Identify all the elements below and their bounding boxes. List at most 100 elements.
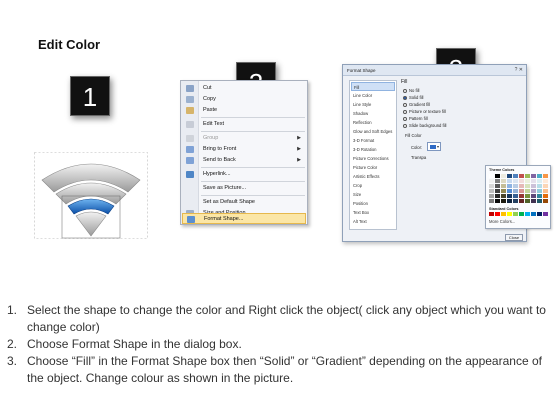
color-swatch[interactable] — [513, 194, 518, 198]
menu-item-paste[interactable]: Paste — [181, 105, 307, 116]
radio-solid-fill[interactable]: Solid fill — [403, 95, 423, 102]
menu-item-save-as-picture[interactable]: Save as Picture... — [181, 183, 307, 194]
nav-item-crop[interactable]: Crop — [351, 181, 395, 190]
color-swatch[interactable] — [525, 189, 530, 193]
nav-item-picture-corrections[interactable]: Picture Corrections — [351, 154, 395, 163]
dialog-window-buttons[interactable]: ? ✕ — [515, 67, 523, 73]
color-swatch[interactable] — [501, 194, 506, 198]
color-swatch[interactable] — [543, 179, 548, 183]
color-swatch[interactable] — [501, 199, 506, 203]
color-swatch[interactable] — [489, 194, 494, 198]
color-swatch[interactable] — [507, 174, 512, 178]
menu-item-bring-to-front[interactable]: Bring to Front ▶ — [181, 144, 307, 155]
color-swatch[interactable] — [501, 179, 506, 183]
nav-item-3d-rotation[interactable]: 3-D Rotation — [351, 145, 395, 154]
nav-item-position[interactable]: Position — [351, 199, 395, 208]
color-swatch[interactable] — [519, 179, 524, 183]
close-button[interactable]: Close — [505, 234, 523, 241]
color-swatch[interactable] — [525, 199, 530, 203]
color-swatch[interactable] — [519, 174, 524, 178]
standard-color-swatch[interactable] — [531, 212, 536, 216]
color-swatch[interactable] — [519, 189, 524, 193]
color-swatch[interactable] — [543, 199, 548, 203]
selected-shape-panel[interactable] — [34, 152, 148, 239]
color-swatch[interactable] — [525, 179, 530, 183]
color-swatch[interactable] — [525, 174, 530, 178]
nav-item-text-box[interactable]: Text Box — [351, 208, 395, 217]
color-swatch[interactable] — [513, 189, 518, 193]
menu-item-send-to-back[interactable]: Send to Back ▶ — [181, 155, 307, 166]
color-swatch[interactable] — [489, 184, 494, 188]
color-swatch[interactable] — [519, 199, 524, 203]
standard-color-swatch[interactable] — [513, 212, 518, 216]
color-swatch[interactable] — [495, 194, 500, 198]
color-swatch[interactable] — [543, 189, 548, 193]
menu-item-group[interactable]: Group ▶ — [181, 133, 307, 144]
color-swatch[interactable] — [513, 179, 518, 183]
color-swatch[interactable] — [501, 184, 506, 188]
color-swatch[interactable] — [513, 174, 518, 178]
color-swatch[interactable] — [537, 174, 542, 178]
color-swatch[interactable] — [495, 189, 500, 193]
nav-item-fill[interactable]: Fill — [351, 82, 395, 91]
color-swatch[interactable] — [525, 184, 530, 188]
color-swatch[interactable] — [531, 184, 536, 188]
color-swatch[interactable] — [513, 184, 518, 188]
menu-item-edit-text[interactable]: Edit Text — [181, 119, 307, 130]
nav-item-line-color[interactable]: Line Color — [351, 91, 395, 100]
color-swatch[interactable] — [531, 194, 536, 198]
color-swatch[interactable] — [495, 184, 500, 188]
color-swatch[interactable] — [507, 179, 512, 183]
menu-item-set-default-shape[interactable]: Set as Default Shape — [181, 197, 307, 208]
color-swatch[interactable] — [537, 184, 542, 188]
color-swatch[interactable] — [531, 174, 536, 178]
nav-item-artistic-effects[interactable]: Artistic Effects — [351, 172, 395, 181]
color-swatch[interactable] — [489, 199, 494, 203]
nav-item-picture-color[interactable]: Picture Color — [351, 163, 395, 172]
radio-pattern-fill[interactable]: Pattern fill — [403, 116, 428, 123]
standard-color-swatch[interactable] — [537, 212, 542, 216]
color-swatch[interactable] — [507, 194, 512, 198]
color-swatch[interactable] — [495, 199, 500, 203]
color-swatch[interactable] — [525, 194, 530, 198]
standard-color-swatch[interactable] — [519, 212, 524, 216]
color-swatch[interactable] — [501, 174, 506, 178]
standard-color-swatch[interactable] — [543, 212, 548, 216]
color-swatch[interactable] — [489, 174, 494, 178]
standard-color-swatch[interactable] — [489, 212, 494, 216]
color-swatch[interactable] — [531, 189, 536, 193]
menu-item-cut[interactable]: Cut — [181, 83, 307, 94]
color-swatch[interactable] — [519, 184, 524, 188]
more-colors-item[interactable]: More Colors... — [489, 219, 515, 224]
nav-item-alt-text[interactable]: Alt Text — [351, 217, 395, 226]
color-swatch[interactable] — [513, 199, 518, 203]
fill-color-dropdown[interactable]: ▾ — [427, 142, 441, 151]
standard-color-swatch[interactable] — [525, 212, 530, 216]
color-swatch[interactable] — [495, 174, 500, 178]
color-swatch[interactable] — [495, 179, 500, 183]
color-swatch[interactable] — [489, 189, 494, 193]
radio-picture-fill[interactable]: Picture or texture fill — [403, 109, 446, 116]
nav-item-reflection[interactable]: Reflection — [351, 118, 395, 127]
radio-slide-background-fill[interactable]: Slide background fill — [403, 123, 446, 130]
standard-color-swatch[interactable] — [495, 212, 500, 216]
color-swatch[interactable] — [507, 184, 512, 188]
nav-item-glow[interactable]: Glow and Soft Edges — [351, 127, 395, 136]
nav-item-3d-format[interactable]: 3-D Format — [351, 136, 395, 145]
color-swatch[interactable] — [537, 179, 542, 183]
standard-color-swatch[interactable] — [507, 212, 512, 216]
menu-item-hyperlink[interactable]: Hyperlink... — [181, 169, 307, 180]
radio-no-fill[interactable]: No fill — [403, 88, 419, 95]
menu-item-format-shape[interactable]: Format Shape... — [182, 213, 306, 224]
color-swatch[interactable] — [543, 184, 548, 188]
nav-item-size[interactable]: Size — [351, 190, 395, 199]
color-swatch[interactable] — [489, 179, 494, 183]
color-swatch[interactable] — [519, 194, 524, 198]
color-swatch[interactable] — [501, 189, 506, 193]
nav-item-line-style[interactable]: Line Style — [351, 100, 395, 109]
nav-item-shadow[interactable]: Shadow — [351, 109, 395, 118]
wifi-arc-shape[interactable] — [34, 152, 148, 239]
color-swatch[interactable] — [543, 194, 548, 198]
color-swatch[interactable] — [507, 189, 512, 193]
color-swatch[interactable] — [537, 189, 542, 193]
